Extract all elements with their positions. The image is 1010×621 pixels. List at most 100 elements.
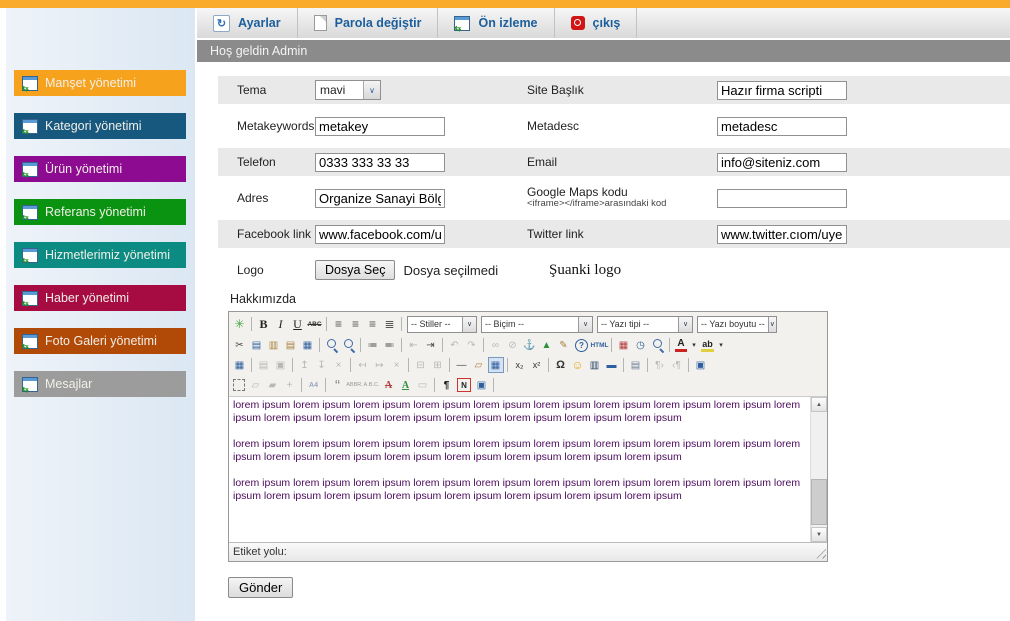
- abbr-icon[interactable]: A.B.C.: [364, 377, 380, 393]
- google-maps-input[interactable]: [717, 189, 847, 208]
- visual-aid-icon[interactable]: ▦: [488, 357, 504, 373]
- template-icon[interactable]: ▣: [474, 377, 490, 393]
- editor-body[interactable]: lorem ipsum lorem ipsum lorem ipsum lore…: [229, 397, 827, 542]
- adv-hr-icon[interactable]: ▬: [604, 357, 620, 373]
- attribs-icon[interactable]: ▭: [415, 377, 431, 393]
- split-cells-icon[interactable]: ⊟: [413, 357, 429, 373]
- find-replace-icon[interactable]: [341, 337, 357, 353]
- align-justify-icon[interactable]: ≣: [382, 316, 398, 332]
- font-size-select[interactable]: -- Yazı boyutu --∨: [697, 316, 777, 333]
- media-icon[interactable]: ▥: [587, 357, 603, 373]
- scrollbar-thumb[interactable]: [811, 479, 827, 525]
- sidebar-item-mesajlar[interactable]: Mesajlar: [14, 371, 186, 397]
- image-icon[interactable]: ▲: [539, 337, 555, 353]
- scroll-down-button[interactable]: ▼: [811, 527, 827, 542]
- sidebar-item-manset[interactable]: Manşet yönetimi: [14, 70, 186, 96]
- bullet-list-icon[interactable]: ≔: [365, 337, 381, 353]
- facebook-input[interactable]: [315, 225, 445, 244]
- delete-col-icon[interactable]: ×: [389, 357, 405, 373]
- hr-icon[interactable]: —: [454, 357, 470, 373]
- unlink-icon[interactable]: ⊘: [505, 337, 521, 353]
- underline-icon[interactable]: U: [290, 316, 306, 332]
- logout-button[interactable]: çıkış: [555, 8, 638, 38]
- choose-file-button[interactable]: Dosya Seç: [315, 260, 395, 280]
- fullscreen-icon[interactable]: ▣: [693, 357, 709, 373]
- sidebar-item-referans[interactable]: Referans yönetimi: [14, 199, 186, 225]
- sidebar-item-haber[interactable]: Haber yönetimi: [14, 285, 186, 311]
- scroll-up-button[interactable]: ▲: [811, 397, 827, 412]
- preview-button[interactable]: Ön izleme: [438, 8, 554, 38]
- move-backward-icon[interactable]: ▰: [265, 377, 281, 393]
- resize-grip[interactable]: [813, 546, 826, 559]
- emoticons-icon[interactable]: ☺: [570, 357, 586, 373]
- editor-text-area[interactable]: lorem ipsum lorem ipsum lorem ipsum lore…: [229, 397, 810, 542]
- ins-icon[interactable]: A: [398, 377, 414, 393]
- find-icon[interactable]: [324, 337, 340, 353]
- link-icon[interactable]: ∞: [488, 337, 504, 353]
- adres-input[interactable]: [315, 189, 445, 208]
- absolute-position-icon[interactable]: +: [282, 377, 298, 393]
- italic-icon[interactable]: I: [273, 316, 289, 332]
- paste-word-icon[interactable]: ▦: [300, 337, 316, 353]
- font-family-select[interactable]: -- Yazı tipi --∨: [597, 316, 693, 333]
- metadesc-input[interactable]: [717, 117, 847, 136]
- cleanup-icon[interactable]: ✎: [556, 337, 572, 353]
- merge-cells-icon[interactable]: ⊞: [430, 357, 446, 373]
- insert-date-icon[interactable]: ▦: [616, 337, 632, 353]
- paste-icon[interactable]: ▥: [266, 337, 282, 353]
- sidebar-item-fotogaleri[interactable]: Foto Galeri yönetimi: [14, 328, 186, 354]
- site-title-input[interactable]: [717, 81, 847, 100]
- bold-icon[interactable]: B: [256, 316, 272, 332]
- change-password-button[interactable]: Parola değiştir: [298, 8, 439, 38]
- forecolor-icon[interactable]: A: [675, 339, 687, 352]
- outdent-icon[interactable]: ⇤: [406, 337, 422, 353]
- align-right-icon[interactable]: ≡: [365, 316, 381, 332]
- undo-icon[interactable]: ↶: [447, 337, 463, 353]
- cell-props-icon[interactable]: ▣: [273, 357, 289, 373]
- metakeywords-input[interactable]: [315, 117, 445, 136]
- align-center-icon[interactable]: ≡: [348, 316, 364, 332]
- print-icon[interactable]: ▤: [628, 357, 644, 373]
- row-props-icon[interactable]: ▤: [256, 357, 272, 373]
- col-before-icon[interactable]: ↤: [355, 357, 371, 373]
- redo-icon[interactable]: ↷: [464, 337, 480, 353]
- sidebar-item-urun[interactable]: Ürün yönetimi: [14, 156, 186, 182]
- cite-icon[interactable]: ABBR.: [347, 377, 363, 393]
- copy-icon[interactable]: ▤: [249, 337, 265, 353]
- numbered-list-icon[interactable]: ≕: [382, 337, 398, 353]
- charmap-icon[interactable]: Ω: [553, 357, 569, 373]
- submit-button[interactable]: Gönder: [228, 577, 293, 598]
- help-icon[interactable]: ?: [575, 339, 588, 352]
- preview-icon[interactable]: [650, 337, 666, 353]
- col-after-icon[interactable]: ↦: [372, 357, 388, 373]
- format-select[interactable]: -- Biçim --∨: [481, 316, 593, 333]
- rtl-icon[interactable]: ‹¶: [669, 357, 685, 373]
- forecolor-caret-icon[interactable]: ▾: [690, 337, 699, 353]
- insert-layer-icon[interactable]: [233, 379, 245, 391]
- settings-button[interactable]: ↻ Ayarlar: [197, 8, 298, 38]
- blockquote-icon[interactable]: “: [330, 377, 346, 393]
- editor-logo-icon[interactable]: ✳: [232, 316, 248, 332]
- style-props-icon[interactable]: A4: [306, 377, 322, 393]
- twitter-input[interactable]: [717, 225, 847, 244]
- ltr-icon[interactable]: ¶›: [652, 357, 668, 373]
- anchor-icon[interactable]: ⚓: [522, 337, 538, 353]
- sidebar-item-kategori[interactable]: Kategori yönetimi: [14, 113, 186, 139]
- row-before-icon[interactable]: ↥: [297, 357, 313, 373]
- align-left-icon[interactable]: ≡: [331, 316, 347, 332]
- theme-select[interactable]: mavi ∨: [315, 80, 381, 100]
- backcolor-icon[interactable]: ab: [701, 339, 714, 352]
- nonbreaking-icon[interactable]: N: [457, 378, 471, 392]
- move-forward-icon[interactable]: ▱: [248, 377, 264, 393]
- delete-row-icon[interactable]: ×: [331, 357, 347, 373]
- visual-chars-icon[interactable]: ¶: [439, 377, 455, 393]
- html-code-icon[interactable]: HTML: [592, 337, 608, 353]
- cut-icon[interactable]: ✂: [232, 337, 248, 353]
- row-after-icon[interactable]: ↧: [314, 357, 330, 373]
- styles-select[interactable]: -- Stiller --∨: [407, 316, 477, 333]
- indent-icon[interactable]: ⇥: [423, 337, 439, 353]
- insert-time-icon[interactable]: ◷: [633, 337, 649, 353]
- strikethrough-icon[interactable]: ABC: [307, 316, 323, 332]
- subscript-icon[interactable]: x₂: [512, 357, 528, 373]
- editor-scrollbar[interactable]: ▲ ▼: [810, 397, 827, 542]
